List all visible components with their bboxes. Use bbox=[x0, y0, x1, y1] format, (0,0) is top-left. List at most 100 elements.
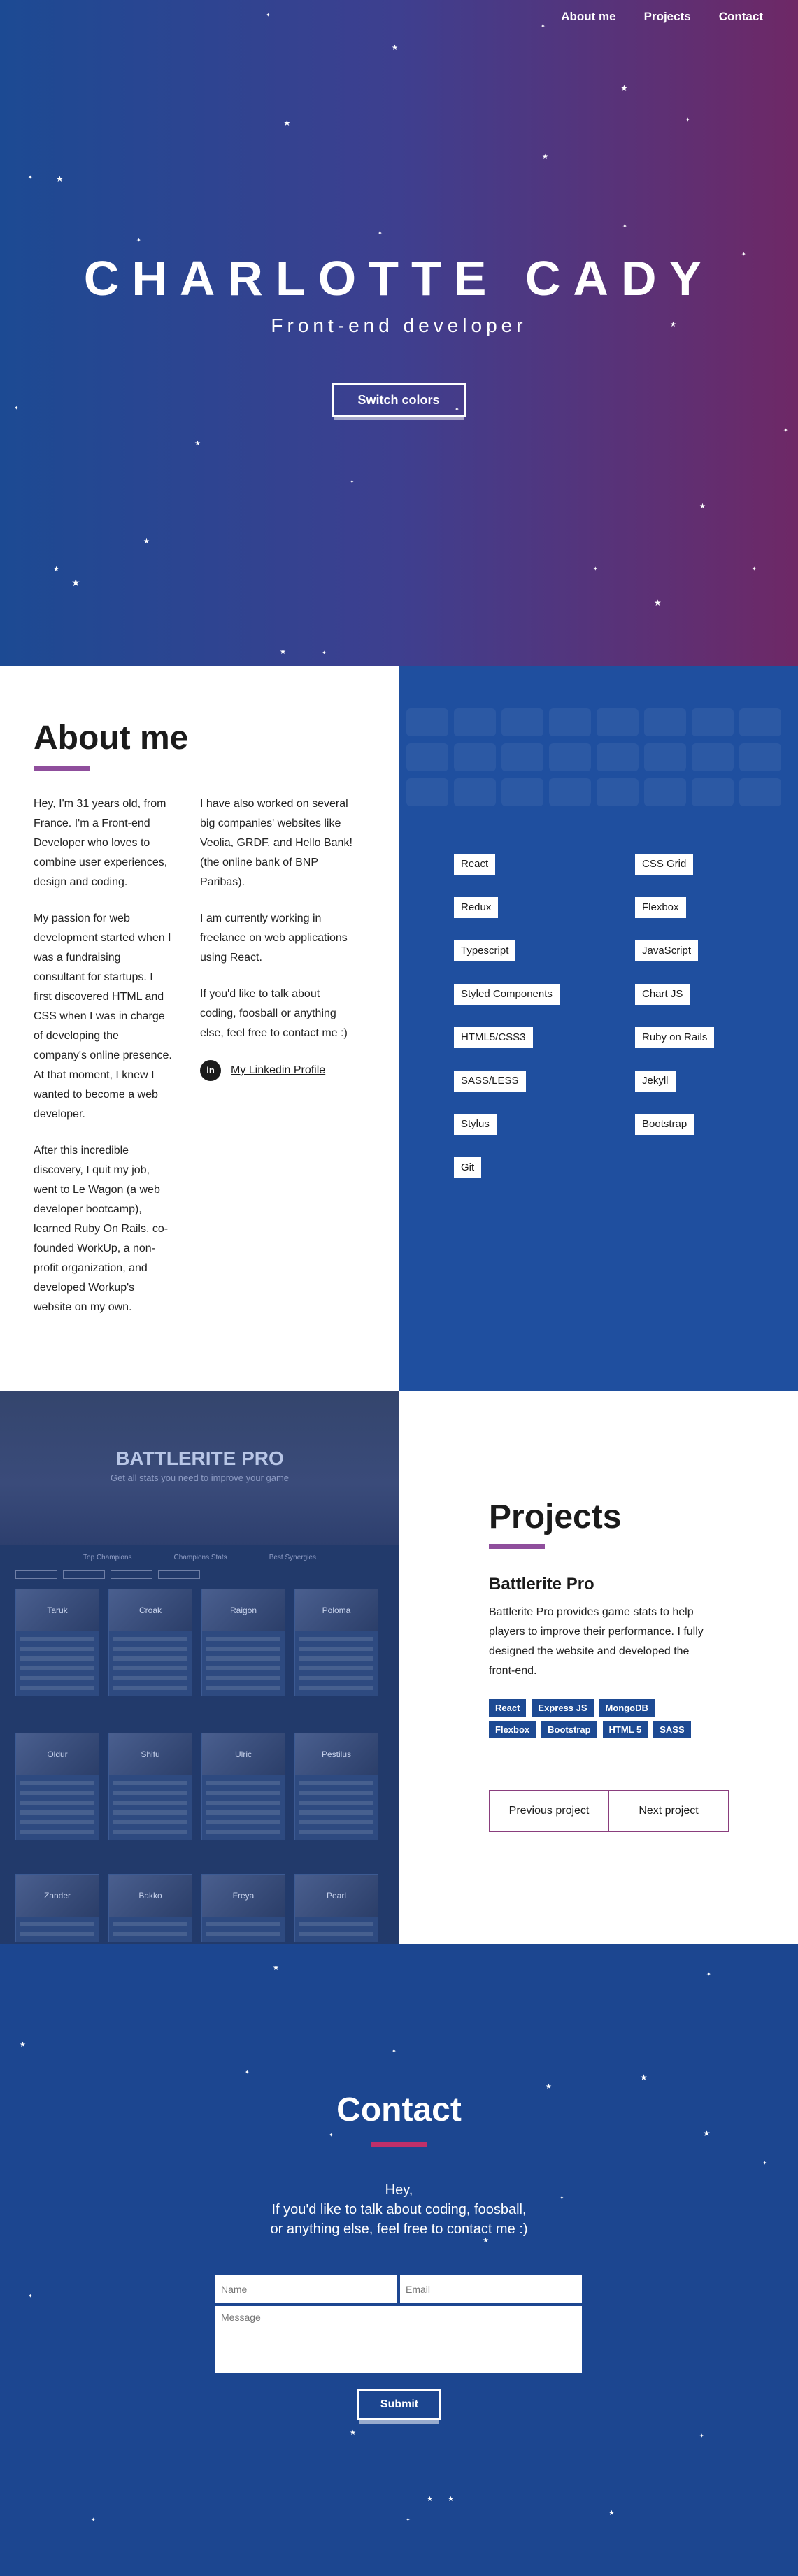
projects-section: Projects Battlerite Pro Battlerite Pro p… bbox=[399, 1391, 798, 1944]
switch-colors-button[interactable]: Switch colors bbox=[332, 383, 466, 417]
skill-tag: Styled Components bbox=[454, 984, 560, 1005]
project-tag: HTML 5 bbox=[602, 1721, 648, 1738]
champion-card: Ulric bbox=[201, 1733, 285, 1840]
about-paragraph: I have also worked on several big compan… bbox=[200, 798, 352, 888]
message-textarea[interactable] bbox=[215, 2306, 582, 2373]
champion-name: Poloma bbox=[295, 1589, 378, 1631]
nav-about[interactable]: About me bbox=[561, 10, 615, 24]
champion-card: Croak bbox=[108, 1589, 192, 1696]
champion-name: Raigon bbox=[202, 1589, 285, 1631]
project-screenshot-nav-item: Top Champions bbox=[83, 1554, 132, 1561]
skill-tag: Git bbox=[454, 1157, 482, 1178]
next-project-button[interactable]: Next project bbox=[609, 1790, 729, 1832]
skill-tag: HTML5/CSS3 bbox=[454, 1027, 533, 1048]
project-tag: Bootstrap bbox=[541, 1721, 597, 1738]
submit-button[interactable]: Submit bbox=[357, 2389, 441, 2420]
champion-name: Shifu bbox=[109, 1733, 192, 1775]
project-screenshot-filters bbox=[15, 1570, 200, 1579]
project-screenshot-nav: Top Champions Champions Stats Best Syner… bbox=[0, 1554, 399, 1561]
project-tag: Flexbox bbox=[489, 1721, 536, 1738]
about-paragraph: I am currently working in freelance on w… bbox=[200, 913, 348, 964]
champion-name: Zander bbox=[16, 1875, 99, 1917]
skill-tag: Typescript bbox=[454, 940, 516, 961]
top-nav: About me Projects Contact bbox=[561, 10, 763, 24]
project-tag: React bbox=[489, 1699, 527, 1717]
linkedin-row: in My Linkedin Profile bbox=[200, 1060, 357, 1081]
champion-card: Poloma bbox=[294, 1589, 378, 1696]
about-section: About me Hey, I'm 31 years old, from Fra… bbox=[0, 666, 399, 1391]
hero-title: CHARLOTTE CADY bbox=[83, 251, 715, 306]
skills-right-column: CSS Grid Flexbox JavaScript Chart JS Rub… bbox=[635, 854, 715, 1135]
champion-name: Pearl bbox=[295, 1875, 378, 1917]
about-underline bbox=[34, 766, 90, 771]
champion-name: Oldur bbox=[16, 1733, 99, 1775]
skill-tag: Bootstrap bbox=[635, 1114, 694, 1135]
skill-tag: Jekyll bbox=[635, 1071, 676, 1092]
champion-card: Shifu bbox=[108, 1733, 192, 1840]
contact-section: ★ ✦ ★ ✦ ★ ★ ★ ✦ ✦ ✦ ★ ✦ ✦ ★ ★ ★ ✦ ★ ✦ ✦ … bbox=[0, 1944, 798, 2576]
hero-subtitle: Front-end developer bbox=[271, 315, 527, 336]
project-name: Battlerite Pro bbox=[489, 1575, 594, 1594]
project-screenshot-nav-item: Champions Stats bbox=[173, 1554, 227, 1561]
keyboard-background bbox=[399, 778, 798, 806]
projects-underline bbox=[489, 1544, 545, 1549]
skill-tag: Ruby on Rails bbox=[635, 1027, 715, 1048]
about-paragraph: Hey, I'm 31 years old, from France. I'm … bbox=[34, 798, 168, 888]
about-column-left: Hey, I'm 31 years old, from France. I'm … bbox=[34, 794, 173, 1334]
about-column-right: I have also worked on several big compan… bbox=[200, 794, 357, 1081]
email-input[interactable] bbox=[400, 2275, 582, 2303]
champion-card: Raigon bbox=[201, 1589, 285, 1696]
champion-name: Bakko bbox=[109, 1875, 192, 1917]
keyboard-background bbox=[399, 708, 798, 736]
skill-tag: React bbox=[454, 854, 496, 875]
champion-name: Ulric bbox=[202, 1733, 285, 1775]
projects-heading: Projects bbox=[489, 1498, 622, 1536]
skill-tag: Flexbox bbox=[635, 897, 686, 918]
skill-tag: Redux bbox=[454, 897, 499, 918]
linkedin-link[interactable]: My Linkedin Profile bbox=[231, 1061, 325, 1080]
linkedin-icon[interactable]: in bbox=[200, 1060, 221, 1081]
contact-message-line: If you'd like to talk about coding, foos… bbox=[271, 2202, 527, 2217]
contact-underline bbox=[371, 2142, 427, 2147]
keyboard-background bbox=[399, 743, 798, 771]
champion-card: Pearl bbox=[294, 1874, 378, 1942]
name-input[interactable] bbox=[215, 2275, 397, 2303]
skill-tag: JavaScript bbox=[635, 940, 699, 961]
nav-projects[interactable]: Projects bbox=[644, 10, 691, 24]
project-screenshot-nav-item: Best Synergies bbox=[269, 1554, 316, 1561]
champion-card: Oldur bbox=[15, 1733, 99, 1840]
contact-heading: Contact bbox=[336, 2091, 462, 2128]
project-description: Battlerite Pro provides game stats to he… bbox=[489, 1606, 704, 1677]
project-pagination: Previous project Next project bbox=[489, 1790, 729, 1832]
champion-card: Pestilus bbox=[294, 1733, 378, 1840]
contact-stars: ★ ✦ ★ ✦ ★ ★ ★ ✦ ✦ ✦ ★ ✦ ✦ ★ ★ ★ ✦ ★ ✦ ✦ bbox=[20, 1964, 767, 2523]
project-screenshot-subtitle: Get all stats you need to improve your g… bbox=[110, 1473, 290, 1483]
champion-name: Freya bbox=[202, 1875, 285, 1917]
champion-name: Croak bbox=[109, 1589, 192, 1631]
project-screenshot-title: BATTLERITE PRO bbox=[115, 1447, 284, 1469]
project-screenshot: BATTLERITE PRO Get all stats you need to… bbox=[0, 1391, 399, 1944]
champion-card: Taruk bbox=[15, 1589, 99, 1696]
about-heading: About me bbox=[34, 720, 189, 757]
contact-message: Hey, If you'd like to talk about coding,… bbox=[0, 2180, 798, 2239]
skills-section: React Redux Typescript Styled Components… bbox=[399, 666, 798, 1391]
contact-message-line: Hey, bbox=[385, 2182, 413, 2198]
champion-card: Zander bbox=[15, 1874, 99, 1942]
champion-name: Taruk bbox=[16, 1589, 99, 1631]
about-paragraph: After this incredible discovery, I quit … bbox=[34, 1145, 169, 1313]
skill-tag: CSS Grid bbox=[635, 854, 694, 875]
previous-project-button[interactable]: Previous project bbox=[489, 1790, 609, 1832]
about-paragraph: If you'd like to talk about coding, foos… bbox=[200, 988, 348, 1039]
nav-contact[interactable]: Contact bbox=[719, 10, 763, 24]
project-tags: React Express JS MongoDB Flexbox Bootstr… bbox=[489, 1699, 699, 1738]
contact-message-line: or anything else, feel free to contact m… bbox=[270, 2221, 528, 2237]
project-tag: MongoDB bbox=[599, 1699, 655, 1717]
project-tag: SASS bbox=[653, 1721, 691, 1738]
skill-tag: SASS/LESS bbox=[454, 1071, 526, 1092]
skill-tag: Stylus bbox=[454, 1114, 497, 1135]
skill-tag: Chart JS bbox=[635, 984, 690, 1005]
about-paragraph: My passion for web development started w… bbox=[34, 913, 172, 1120]
project-tag: Express JS bbox=[532, 1699, 594, 1717]
hero-section: ✦ ★ ★ ★ ✦ ✦ ★ ✦ ✦ ★ ✦ ★ ★ ✦ ★ ★ ★ ★ ✦ ✦ … bbox=[0, 0, 798, 666]
champion-card: Bakko bbox=[108, 1874, 192, 1942]
